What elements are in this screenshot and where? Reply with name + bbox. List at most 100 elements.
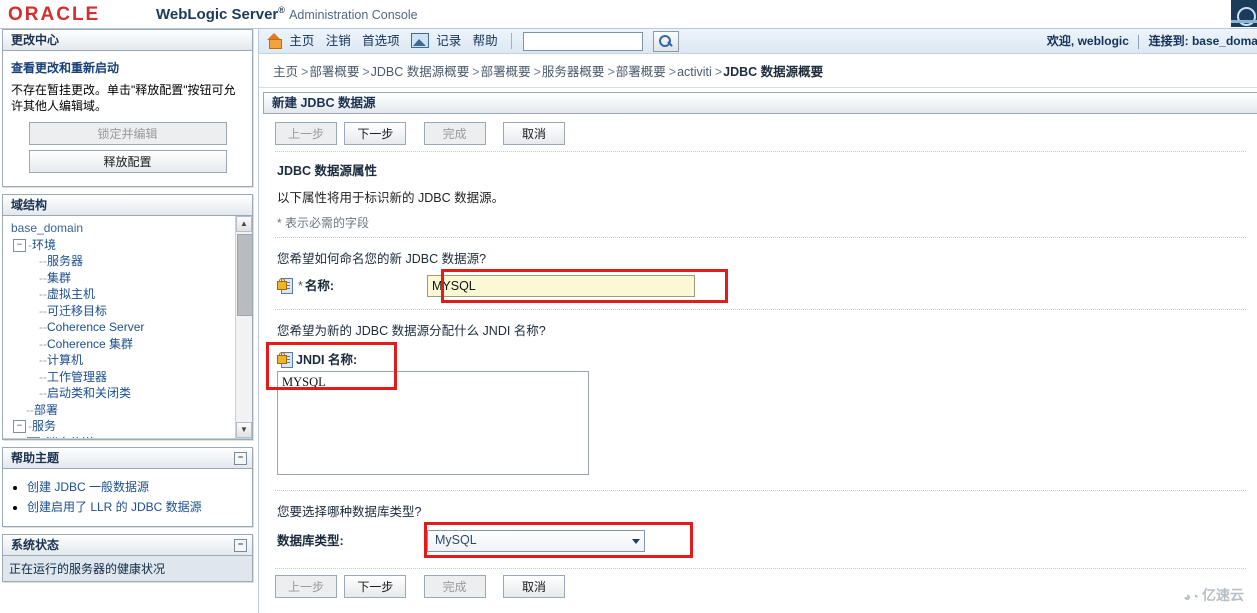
jndi-field-label: JNDI 名称: <box>277 349 589 368</box>
tree-node-messaging[interactable]: +-消息传送 <box>9 435 236 439</box>
domain-structure-panel: 域结构 base_domain − -环境 --服务器 --集群 --虚拟主机 -… <box>2 194 253 440</box>
help-topics-title: 帮助主题 <box>11 451 60 465</box>
breadcrumb-item[interactable]: 服务器概要 <box>542 65 605 79</box>
tree-toggle-icon[interactable]: − <box>13 238 26 252</box>
banner-corner-decoration <box>1231 0 1257 27</box>
connected-to: 连接到: base_doma <box>1148 34 1257 48</box>
dbtype-field-row: 数据库类型: MySQL <box>263 520 1257 560</box>
toolbar-preferences-link[interactable]: 首选项 <box>362 29 400 53</box>
change-center-panel: 更改中心 查看更改和重新启动 不存在暂挂更改。单击"释放配置"按钮可允许其他人编… <box>2 29 253 187</box>
scroll-down-icon[interactable]: ▼ <box>236 422 252 438</box>
finish-button-bottom[interactable]: 完成 <box>423 575 486 598</box>
breadcrumb-item[interactable]: 部署概要 <box>481 65 531 79</box>
breadcrumb-separator: > <box>472 65 480 79</box>
help-topic-link[interactable]: 创建启用了 LLR 的 JDBC 数据源 <box>27 500 202 514</box>
registered-mark: ® <box>278 5 285 15</box>
wizard-form: 上一步 下一步 完成 取消 JDBC 数据源属性 以下属性将用于标识新的 JDB… <box>263 114 1257 604</box>
chevron-down-icon <box>632 539 640 544</box>
breadcrumb-item[interactable]: 主页 <box>273 65 298 79</box>
question-dbtype: 您要选择哪种数据库类型? <box>277 505 422 519</box>
watermark-icon: ◕◔ <box>1183 588 1199 604</box>
list-item[interactable]: 创建启用了 LLR 的 JDBC 数据源 <box>27 498 244 515</box>
tree-node-label[interactable]: 工作管理器 <box>47 370 107 384</box>
tree-node-label[interactable]: 环境 <box>32 238 56 252</box>
search-button[interactable] <box>652 30 679 52</box>
tree-node-label[interactable]: 服务器 <box>47 254 83 268</box>
tree-node-coherence-server[interactable]: --Coherence Server <box>9 319 236 336</box>
breadcrumb-item[interactable]: activiti <box>677 65 712 79</box>
tree-node-label[interactable]: 部署 <box>34 403 58 417</box>
tree-node-virtual-hosts[interactable]: --虚拟主机 <box>9 286 236 303</box>
help-topics-list: 创建 JDBC 一般数据源 创建启用了 LLR 的 JDBC 数据源 <box>11 478 244 515</box>
next-button-bottom[interactable]: 下一步 <box>344 575 407 598</box>
tree-node-label[interactable]: 计算机 <box>47 353 83 367</box>
tree-node-label[interactable]: Coherence 集群 <box>47 337 133 351</box>
watermark-text: 亿速云 <box>1202 587 1244 603</box>
cancel-button[interactable]: 取消 <box>503 122 566 145</box>
toolbar-logout-link[interactable]: 注销 <box>326 29 351 53</box>
view-changes-link[interactable]: 查看更改和重新启动 <box>11 59 244 76</box>
tree-node-machines[interactable]: --计算机 <box>9 352 236 369</box>
tree-node-environment[interactable]: − -环境 <box>9 237 236 254</box>
tree-node-migratable-targets[interactable]: --可迁移目标 <box>9 303 236 320</box>
help-topic-link[interactable]: 创建 JDBC 一般数据源 <box>27 480 149 494</box>
breadcrumb: 主页 >部署概要 >JDBC 数据源概要 >部署概要 >服务器概要 >部署概要 >activ… <box>259 54 1257 88</box>
help-topics-body: 创建 JDBC 一般数据源 创建启用了 LLR 的 JDBC 数据源 <box>3 469 252 526</box>
breadcrumb-item[interactable]: JDBC 数据源概要 <box>371 65 470 79</box>
scrollbar-thumb[interactable] <box>237 234 252 316</box>
collapse-icon[interactable]: − <box>234 452 247 465</box>
tree-node-clusters[interactable]: --集群 <box>9 270 236 287</box>
question-name: 您希望如何命名您的新 JDBC 数据源? <box>277 252 487 266</box>
next-button[interactable]: 下一步 <box>344 122 407 145</box>
domain-tree: base_domain − -环境 --服务器 --集群 --虚拟主机 --可迁移… <box>3 216 236 438</box>
tree-toggle-icon[interactable]: − <box>13 420 26 434</box>
domain-tree-scrollbar[interactable]: ▲ ▼ <box>235 216 252 438</box>
release-configuration-button[interactable]: 释放配置 <box>28 150 227 173</box>
breadcrumb-item[interactable]: 部署概要 <box>309 65 359 79</box>
finish-button[interactable]: 完成 <box>423 122 486 145</box>
breadcrumb-separator: > <box>668 65 677 79</box>
list-item[interactable]: 创建 JDBC 一般数据源 <box>27 478 244 495</box>
tree-node-coherence-cluster[interactable]: --Coherence 集群 <box>9 336 236 353</box>
tree-node-work-managers[interactable]: --工作管理器 <box>9 369 236 386</box>
breadcrumb-separator: > <box>533 65 541 79</box>
tree-node-services[interactable]: − -服务 <box>9 418 236 435</box>
database-type-select[interactable]: MySQL <box>427 530 645 552</box>
toolbar-help-link[interactable]: 帮助 <box>473 29 498 53</box>
toolbar-divider <box>510 33 512 49</box>
tree-node-label[interactable]: 启动类和关闭类 <box>47 386 131 400</box>
scroll-up-icon[interactable]: ▲ <box>236 216 252 232</box>
lock-and-edit-button[interactable]: 锁定并编辑 <box>28 122 227 145</box>
toolbar-record-link[interactable]: 记录 <box>436 29 461 53</box>
tree-node-label[interactable]: 消息传送 <box>46 436 94 439</box>
lock-icon <box>277 352 293 368</box>
tree-node-servers[interactable]: --服务器 <box>9 253 236 270</box>
toolbar-home-link[interactable]: 主页 <box>289 29 314 53</box>
padlock-body-shape <box>277 281 287 290</box>
tree-node-label[interactable]: 集群 <box>47 271 71 285</box>
console-page: ORACLE WebLogic Server® Administration C… <box>0 0 1257 613</box>
tree-node-startup-shutdown-classes[interactable]: --启动类和关闭类 <box>9 385 236 402</box>
back-button-bottom[interactable]: 上一步 <box>275 575 337 598</box>
jndi-name-textarea[interactable] <box>277 371 589 475</box>
jndi-label-text: JNDI 名称: <box>296 353 358 367</box>
ring-shape <box>1237 7 1256 26</box>
tree-node-label[interactable]: 服务 <box>32 419 56 433</box>
wizard-buttons-bottom: 上一步 下一步 完成 取消 <box>263 569 1257 604</box>
tree-node-deployments[interactable]: --部署 <box>9 402 236 419</box>
search-input[interactable] <box>523 31 644 51</box>
domain-tree-container: base_domain − -环境 --服务器 --集群 --虚拟主机 --可迁移… <box>3 216 252 439</box>
tree-node-root[interactable]: base_domain <box>9 220 236 237</box>
tree-node-label[interactable]: Coherence Server <box>47 320 144 334</box>
back-button[interactable]: 上一步 <box>275 122 337 145</box>
tree-node-label[interactable]: 可迁移目标 <box>47 304 107 318</box>
tree-node-label[interactable]: 虚拟主机 <box>47 287 95 301</box>
collapse-icon[interactable]: − <box>234 539 247 552</box>
cancel-button-bottom[interactable]: 取消 <box>503 575 566 598</box>
record-chart-icon <box>410 32 429 48</box>
tree-toggle-icon[interactable]: + <box>27 436 40 438</box>
left-sidebar: 更改中心 查看更改和重新启动 不存在暂挂更改。单击"释放配置"按钮可允许其他人编… <box>0 29 257 613</box>
breadcrumb-item[interactable]: 部署概要 <box>616 65 666 79</box>
system-status-panel: 系统状态 − 正在运行的服务器的健康状况 <box>2 534 253 582</box>
datasource-name-input[interactable] <box>427 275 695 297</box>
